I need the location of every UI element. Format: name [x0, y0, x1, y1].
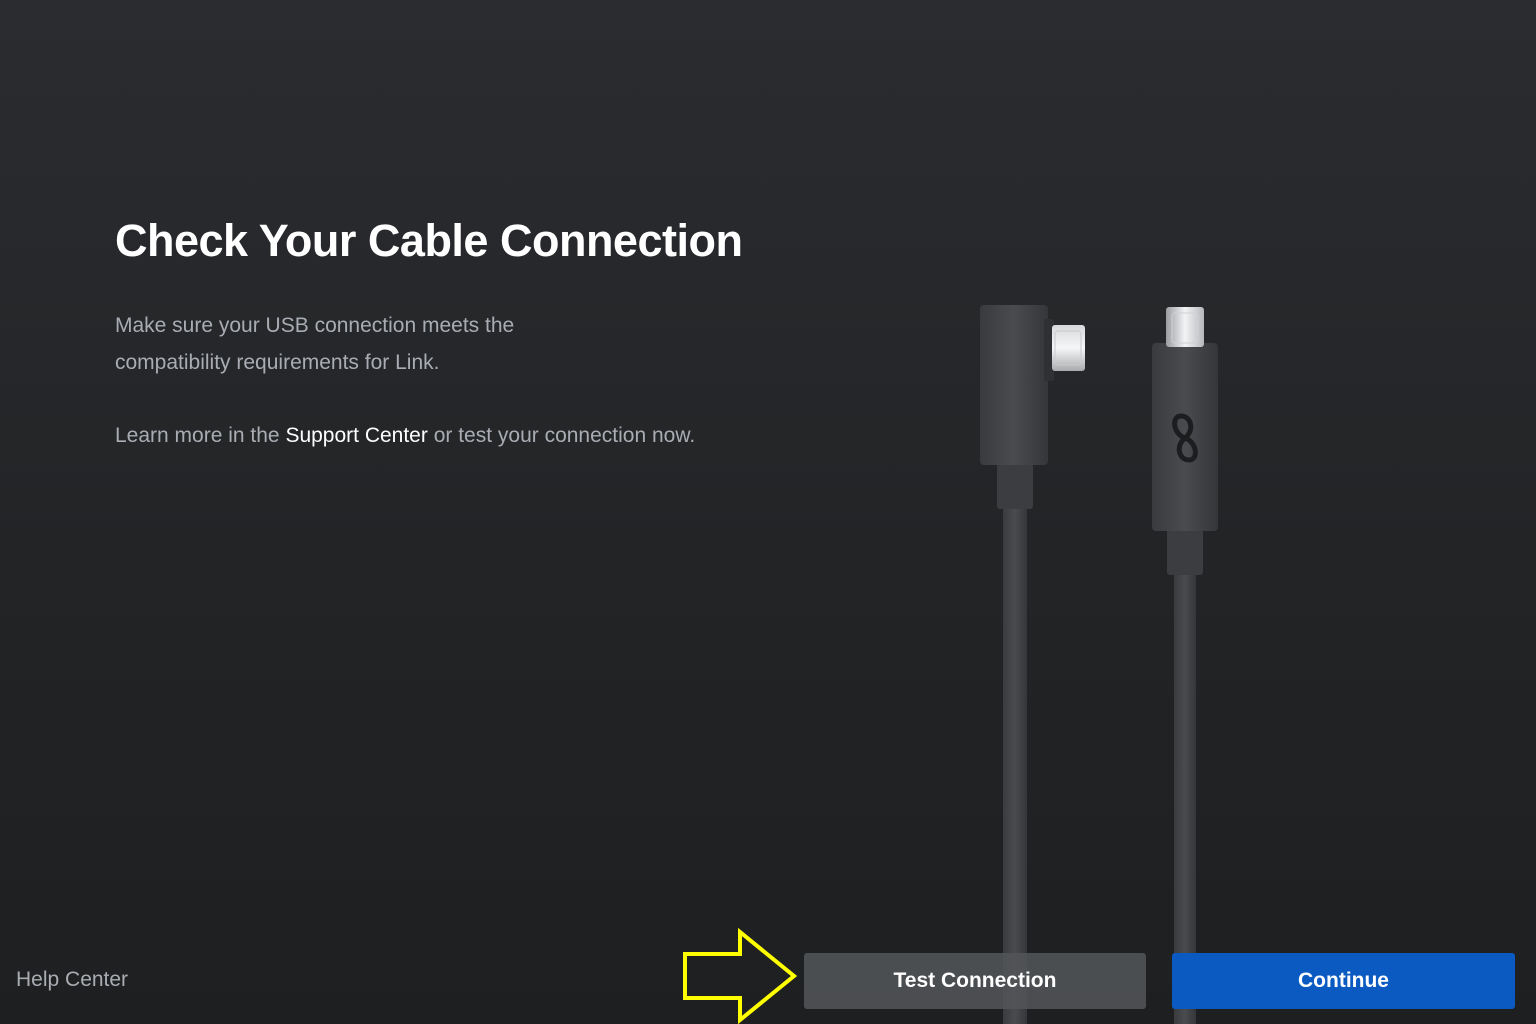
- help-center-link[interactable]: Help Center: [16, 968, 128, 992]
- main-content: Check Your Cable Connection Make sure yo…: [115, 215, 743, 454]
- continue-button[interactable]: Continue: [1172, 953, 1515, 1009]
- description-text: Make sure your USB connection meets the …: [115, 314, 515, 374]
- support-center-link[interactable]: Support Center: [285, 424, 427, 447]
- test-connection-button[interactable]: Test Connection: [804, 953, 1146, 1009]
- right-angle-usb-c-cable: [980, 305, 1085, 1024]
- straight-usb-c-cable: [1152, 307, 1218, 1024]
- page-title: Check Your Cable Connection: [115, 215, 743, 266]
- learn-more-prefix: Learn more in the: [115, 424, 286, 447]
- arrow-right-outline-icon: [683, 928, 798, 1024]
- learn-more-text: Learn more in the Support Center or test…: [115, 417, 735, 454]
- learn-more-suffix: or test your connection now.: [427, 424, 696, 447]
- usb-cable-illustration: [980, 305, 1218, 1024]
